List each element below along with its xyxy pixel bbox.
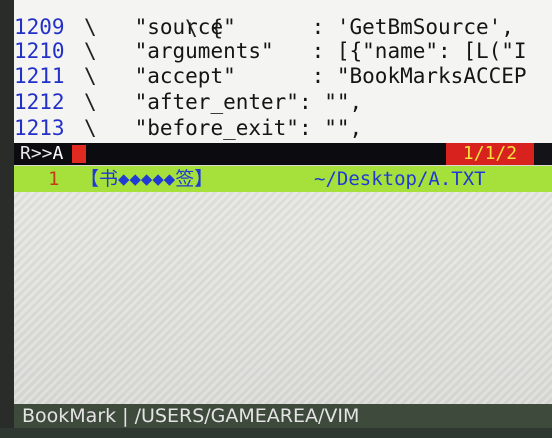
bookmark-path: ~/Desktop/A.TXT xyxy=(314,168,486,190)
code-line: 1212 \ "after_enter": "", xyxy=(14,89,362,115)
tabline: R>>A 1/1/2 xyxy=(14,143,552,165)
code-text: "accept" : "BookMarksACCEP xyxy=(134,64,527,88)
bookmark-list-item[interactable]: 1 【书◆◆◆◆◆签】 ~/Desktop/A.TXT xyxy=(14,166,552,192)
buffer-position: 1/1/2 xyxy=(446,143,534,165)
vim-screen: \ { 1209 \ "source" : 'GetBmSource', 1210… xyxy=(0,0,552,438)
line-number: 1213 xyxy=(14,116,65,140)
mode-indicator: R>>A xyxy=(20,143,63,165)
line-number: 1210 xyxy=(14,39,65,63)
screen-bottom-edge xyxy=(0,428,552,438)
code-editor-area[interactable]: \ { 1209 \ "source" : 'GetBmSource', 1210… xyxy=(0,0,552,143)
mode-letter: A xyxy=(52,143,64,164)
code-line: 1210 \ "arguments" : [{"name": [L("I xyxy=(14,38,527,64)
tabline-end xyxy=(534,143,552,165)
code-line: 1213 \ "before_exit": "", xyxy=(14,115,362,141)
tab-accent-block xyxy=(72,145,86,163)
line-number: 1211 xyxy=(14,64,65,88)
code-text: "source" : 'GetBmSource', xyxy=(134,15,514,39)
line-continuation: \ xyxy=(84,15,97,39)
line-continuation: \ xyxy=(84,90,97,114)
code-line-partial: \ { xyxy=(159,16,224,40)
code-line: 1211 \ "accept" : "BookMarksACCEP xyxy=(14,63,527,89)
empty-buffer-area[interactable] xyxy=(14,192,552,404)
status-text: BookMark | /USERS/GAMEAREA/VIM xyxy=(22,405,360,427)
bookmark-index: 1 xyxy=(48,168,60,190)
code-text: "before_exit": "", xyxy=(134,116,363,140)
code-text: "arguments" : [{"name": [L("I xyxy=(134,39,527,63)
line-number: 1212 xyxy=(14,90,65,114)
line-continuation: \ xyxy=(84,64,97,88)
status-line: BookMark | /USERS/GAMEAREA/VIM xyxy=(14,404,552,428)
line-number: 1209 xyxy=(14,15,65,39)
code-line: 1209 \ "source" : 'GetBmSource', xyxy=(14,14,514,40)
screen-bezel xyxy=(0,0,14,438)
code-text: "after_enter": "", xyxy=(134,90,363,114)
mode-prefix: R>> xyxy=(20,143,53,164)
bookmark-name: 【书◆◆◆◆◆签】 xyxy=(80,168,214,190)
line-continuation: \ xyxy=(84,39,97,63)
line-continuation: \ xyxy=(84,116,97,140)
